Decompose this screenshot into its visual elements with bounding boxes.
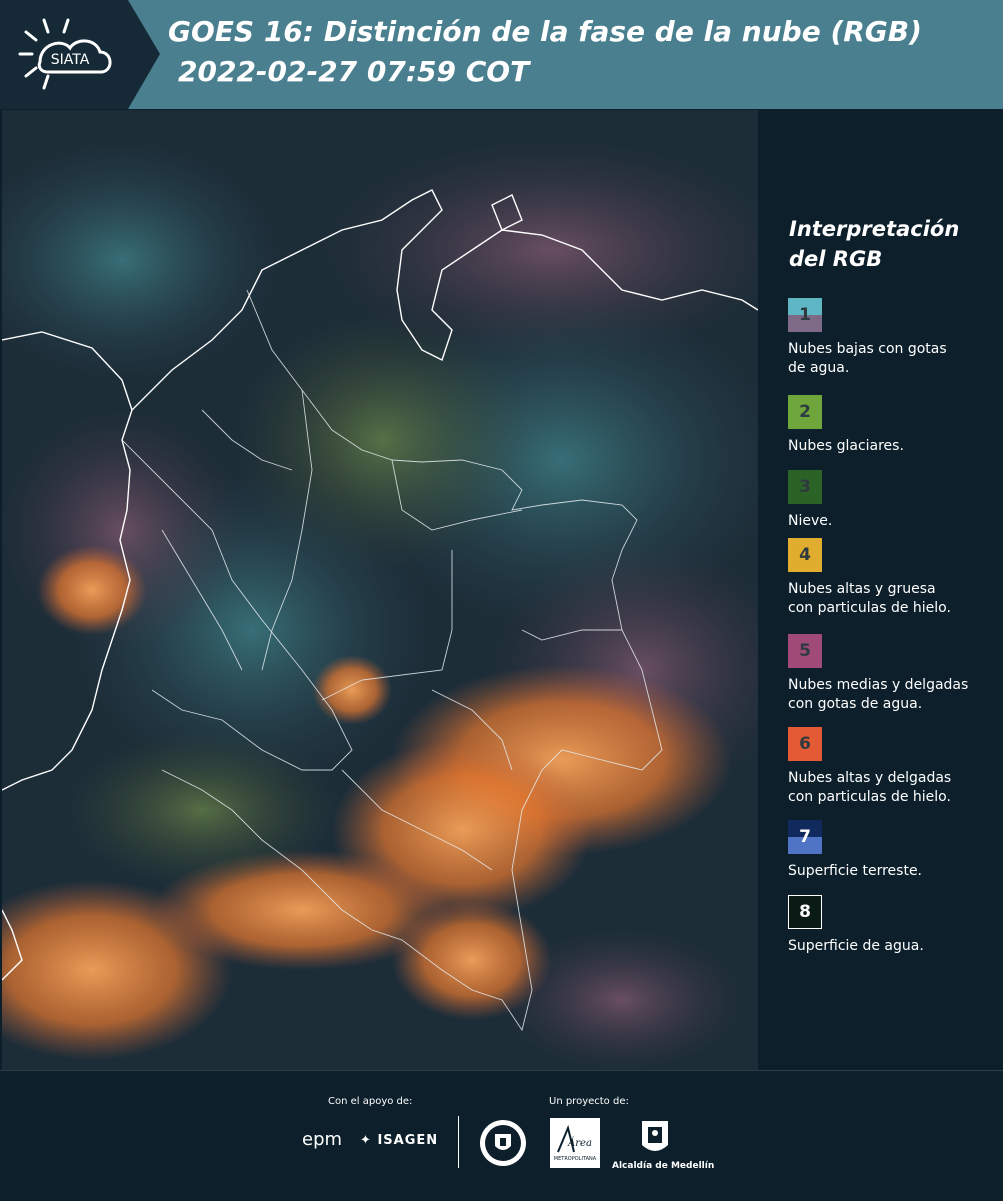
legend-text-8: Superficie de agua. xyxy=(788,937,998,956)
legend-item-6: 6 Nubes altas y delgadas con particulas … xyxy=(788,727,998,807)
legend-num-5: 5 xyxy=(799,641,811,661)
page-subtitle: 2022-02-27 07:59 COT xyxy=(178,55,530,88)
header: SIATA GOES 16: Distinción de la fase de … xyxy=(0,0,1003,109)
isagen-logo: ✦ ISAGEN xyxy=(360,1133,438,1148)
legend-num-3: 3 xyxy=(799,477,811,497)
satellite-map xyxy=(2,110,758,1070)
legend-text-5-line1: Nubes medias y delgadas xyxy=(788,677,969,693)
legend-swatch-4: 4 xyxy=(788,538,822,572)
legend-text-3: Nieve. xyxy=(788,512,998,531)
legend-num-8: 8 xyxy=(799,902,811,922)
legend-text-8-line1: Superficie de agua. xyxy=(788,938,924,954)
legend-title-line2: del RGB xyxy=(789,247,883,271)
gobernacion-seal-icon xyxy=(480,1120,526,1166)
siata-logo-text: SIATA xyxy=(51,52,90,68)
area-metropolitana-icon: Área METROPOLITANA xyxy=(550,1118,600,1168)
legend-text-4: Nubes altas y gruesa con particulas de h… xyxy=(788,580,998,618)
legend-item-8: 8 Superficie de agua. xyxy=(788,895,998,956)
legend-panel: Interpretación del RGB 1 Nubes bajas con… xyxy=(760,110,1003,1070)
legend-text-1: Nubes bajas con gotas de agua. xyxy=(788,340,998,378)
legend-swatch-6: 6 xyxy=(788,727,822,761)
legend-swatch-3: 3 xyxy=(788,470,822,504)
legend-text-3-line1: Nieve. xyxy=(788,513,833,529)
legend-text-7-line1: Superficie terreste. xyxy=(788,863,923,879)
legend-num-7: 7 xyxy=(799,827,811,847)
legend-item-5: 5 Nubes medias y delgadas con gotas de a… xyxy=(788,634,998,714)
legend-text-4-line1: Nubes altas y gruesa xyxy=(788,581,936,597)
legend-item-1: 1 Nubes bajas con gotas de agua. xyxy=(788,298,998,378)
legend-text-5: Nubes medias y delgadas con gotas de agu… xyxy=(788,676,998,714)
legend-text-2: Nubes glaciares. xyxy=(788,437,998,456)
header-chevron xyxy=(128,0,160,109)
legend-swatch-2: 2 xyxy=(788,395,822,429)
epm-logo: epm xyxy=(302,1129,343,1150)
legend-text-1-line2: de agua. xyxy=(788,360,850,376)
legend-item-7: 7 Superficie terreste. xyxy=(788,820,998,881)
legend-item-4: 4 Nubes altas y gruesa con particulas de… xyxy=(788,538,998,618)
area-logo-text: Área xyxy=(567,1137,592,1149)
footer-divider xyxy=(458,1116,459,1168)
legend-title-line1: Interpretación xyxy=(789,217,960,241)
legend-item-3: 3 Nieve. xyxy=(788,470,998,531)
legend-item-2: 2 Nubes glaciares. xyxy=(788,395,998,456)
page-title: GOES 16: Distinción de la fase de la nub… xyxy=(168,15,922,48)
legend-text-6: Nubes altas y delgadas con particulas de… xyxy=(788,769,998,807)
alcaldia-shield-icon xyxy=(642,1121,668,1151)
legend-text-6-line1: Nubes altas y delgadas xyxy=(788,770,952,786)
footer: Con el apoyo de: Un proyecto de: epm ✦ I… xyxy=(0,1070,1003,1201)
legend-num-4: 4 xyxy=(799,545,811,565)
legend-title: Interpretación del RGB xyxy=(789,214,959,274)
legend-text-2-line1: Nubes glaciares. xyxy=(788,438,904,454)
legend-text-4-line2: con particulas de hielo. xyxy=(788,600,951,616)
legend-swatch-8: 8 xyxy=(788,895,822,929)
siata-logo: SIATA xyxy=(18,18,112,90)
isagen-label: ISAGEN xyxy=(377,1133,439,1148)
support-label: Con el apoyo de: xyxy=(328,1096,413,1107)
isagen-star-icon: ✦ xyxy=(360,1133,372,1148)
legend-swatch-5: 5 xyxy=(788,634,822,668)
legend-text-6-line2: con particulas de hielo. xyxy=(788,789,951,805)
legend-text-5-line2: con gotas de agua. xyxy=(788,696,923,712)
legend-num-1: 1 xyxy=(799,305,811,325)
legend-swatch-7: 7 xyxy=(788,820,822,854)
project-label: Un proyecto de: xyxy=(549,1096,629,1107)
legend-text-7: Superficie terreste. xyxy=(788,862,998,881)
legend-num-2: 2 xyxy=(799,402,811,422)
area-logo-subtext: METROPOLITANA xyxy=(554,1156,597,1162)
map-image xyxy=(2,110,758,1070)
legend-text-1-line1: Nubes bajas con gotas xyxy=(788,341,947,357)
legend-num-6: 6 xyxy=(799,734,811,754)
legend-swatch-1: 1 xyxy=(788,298,822,332)
alcaldia-label: Alcaldía de Medellín xyxy=(612,1161,715,1171)
